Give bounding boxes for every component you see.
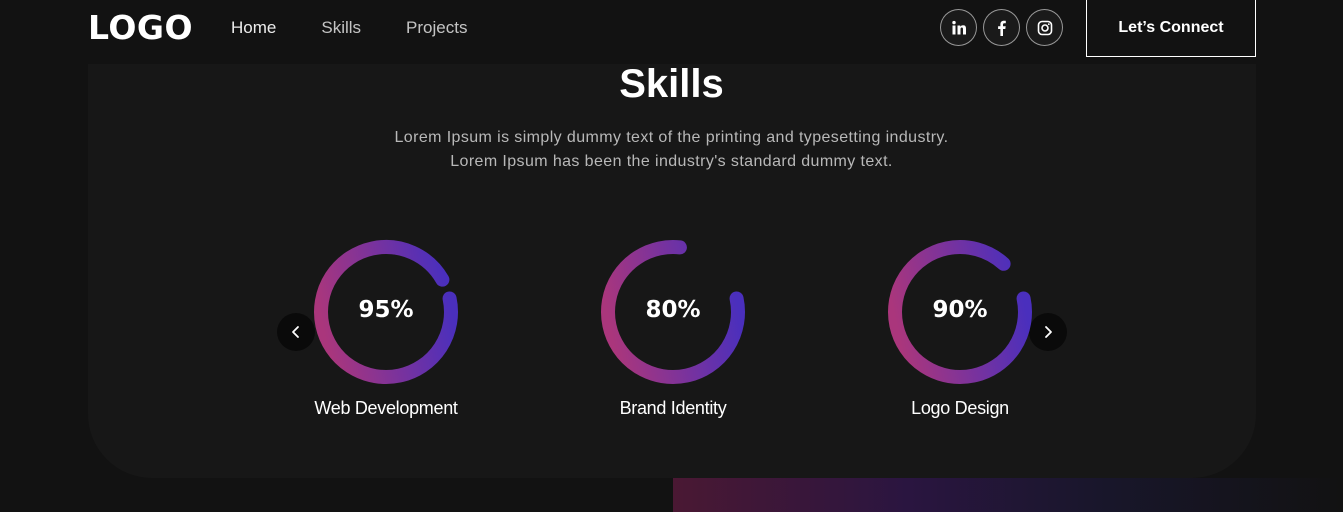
facebook-icon [997,20,1006,36]
description-line-1: Lorem Ipsum is simply dummy text of the … [394,129,949,146]
skill-label: Web Development [314,398,458,418]
skill-percent: 95% [358,297,414,323]
nav-link-home[interactable]: Home [231,18,276,38]
social-icons [940,9,1069,46]
nav-link-skills[interactable]: Skills [321,18,361,38]
logo[interactable]: LOGO [88,8,193,47]
skill-item-logo-design[interactable]: 90% Logo Design [860,238,1060,419]
instagram-button[interactable] [1026,9,1063,46]
skill-label: Brand Identity [619,398,727,418]
section-description: Lorem Ipsum is simply dummy text of the … [0,126,1343,174]
skill-item-brand-identity[interactable]: 80% Brand Identity [573,238,773,419]
linkedin-button[interactable] [940,9,977,46]
nav-link-projects[interactable]: Projects [406,18,467,38]
linkedin-icon [951,20,966,34]
description-line-2: Lorem Ipsum has been the industry's stan… [450,153,893,170]
instagram-icon [1037,20,1052,35]
bottom-gradient [673,478,1343,512]
lets-connect-button[interactable]: Let’s Connect [1086,0,1256,57]
facebook-button[interactable] [983,9,1020,46]
section-title: Skills [619,62,724,106]
navbar: LOGO Home Skills Projects Let’s Connect [0,0,1343,64]
skill-label: Logo Design [911,398,1009,418]
skill-item-web-development[interactable]: 95% Web Development [286,238,486,419]
skill-percent: 90% [932,297,988,323]
skill-percent: 80% [645,297,701,323]
nav-links: Home Skills Projects [231,18,512,38]
